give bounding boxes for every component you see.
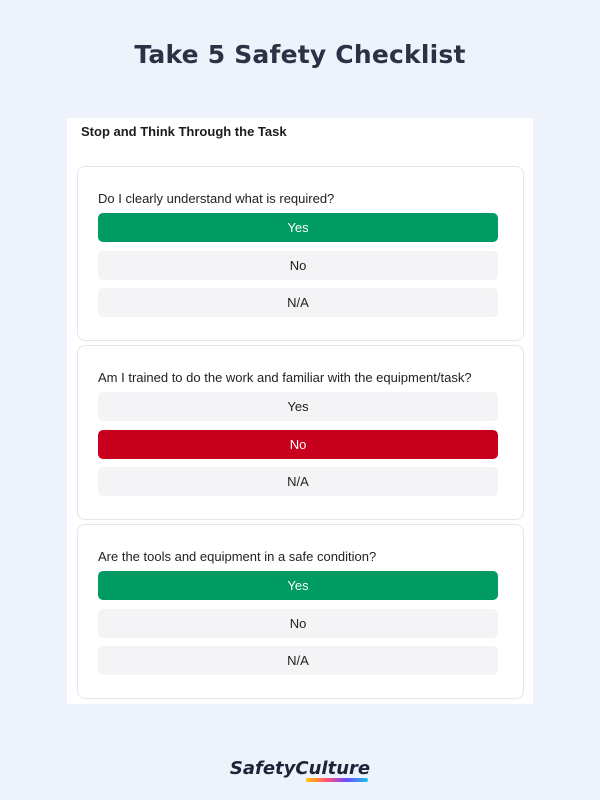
option-no-button[interactable]: No xyxy=(98,251,498,280)
option-no-button[interactable]: No xyxy=(98,609,498,638)
section-title: Stop and Think Through the Task xyxy=(81,124,287,139)
question-card-3: Are the tools and equipment in a safe co… xyxy=(77,524,524,699)
option-no-button[interactable]: No xyxy=(98,430,498,459)
option-na-button[interactable]: N/A xyxy=(98,646,498,675)
option-yes-button[interactable]: Yes xyxy=(98,213,498,242)
logo-text: SafetyCulture xyxy=(230,758,370,782)
question-card-2: Am I trained to do the work and familiar… xyxy=(77,345,524,520)
logo-underline xyxy=(305,778,369,782)
option-yes-button[interactable]: Yes xyxy=(98,571,498,600)
question-text: Am I trained to do the work and familiar… xyxy=(98,370,472,385)
question-text: Are the tools and equipment in a safe co… xyxy=(98,549,377,564)
safetyculture-logo: SafetyCulture xyxy=(0,758,600,782)
checklist-panel: Stop and Think Through the Task Do I cle… xyxy=(67,118,533,704)
question-card-1: Do I clearly understand what is required… xyxy=(77,166,524,341)
option-yes-button[interactable]: Yes xyxy=(98,392,498,421)
question-text: Do I clearly understand what is required… xyxy=(98,191,335,206)
option-na-button[interactable]: N/A xyxy=(98,467,498,496)
option-na-button[interactable]: N/A xyxy=(98,288,498,317)
page-title: Take 5 Safety Checklist xyxy=(134,40,466,69)
